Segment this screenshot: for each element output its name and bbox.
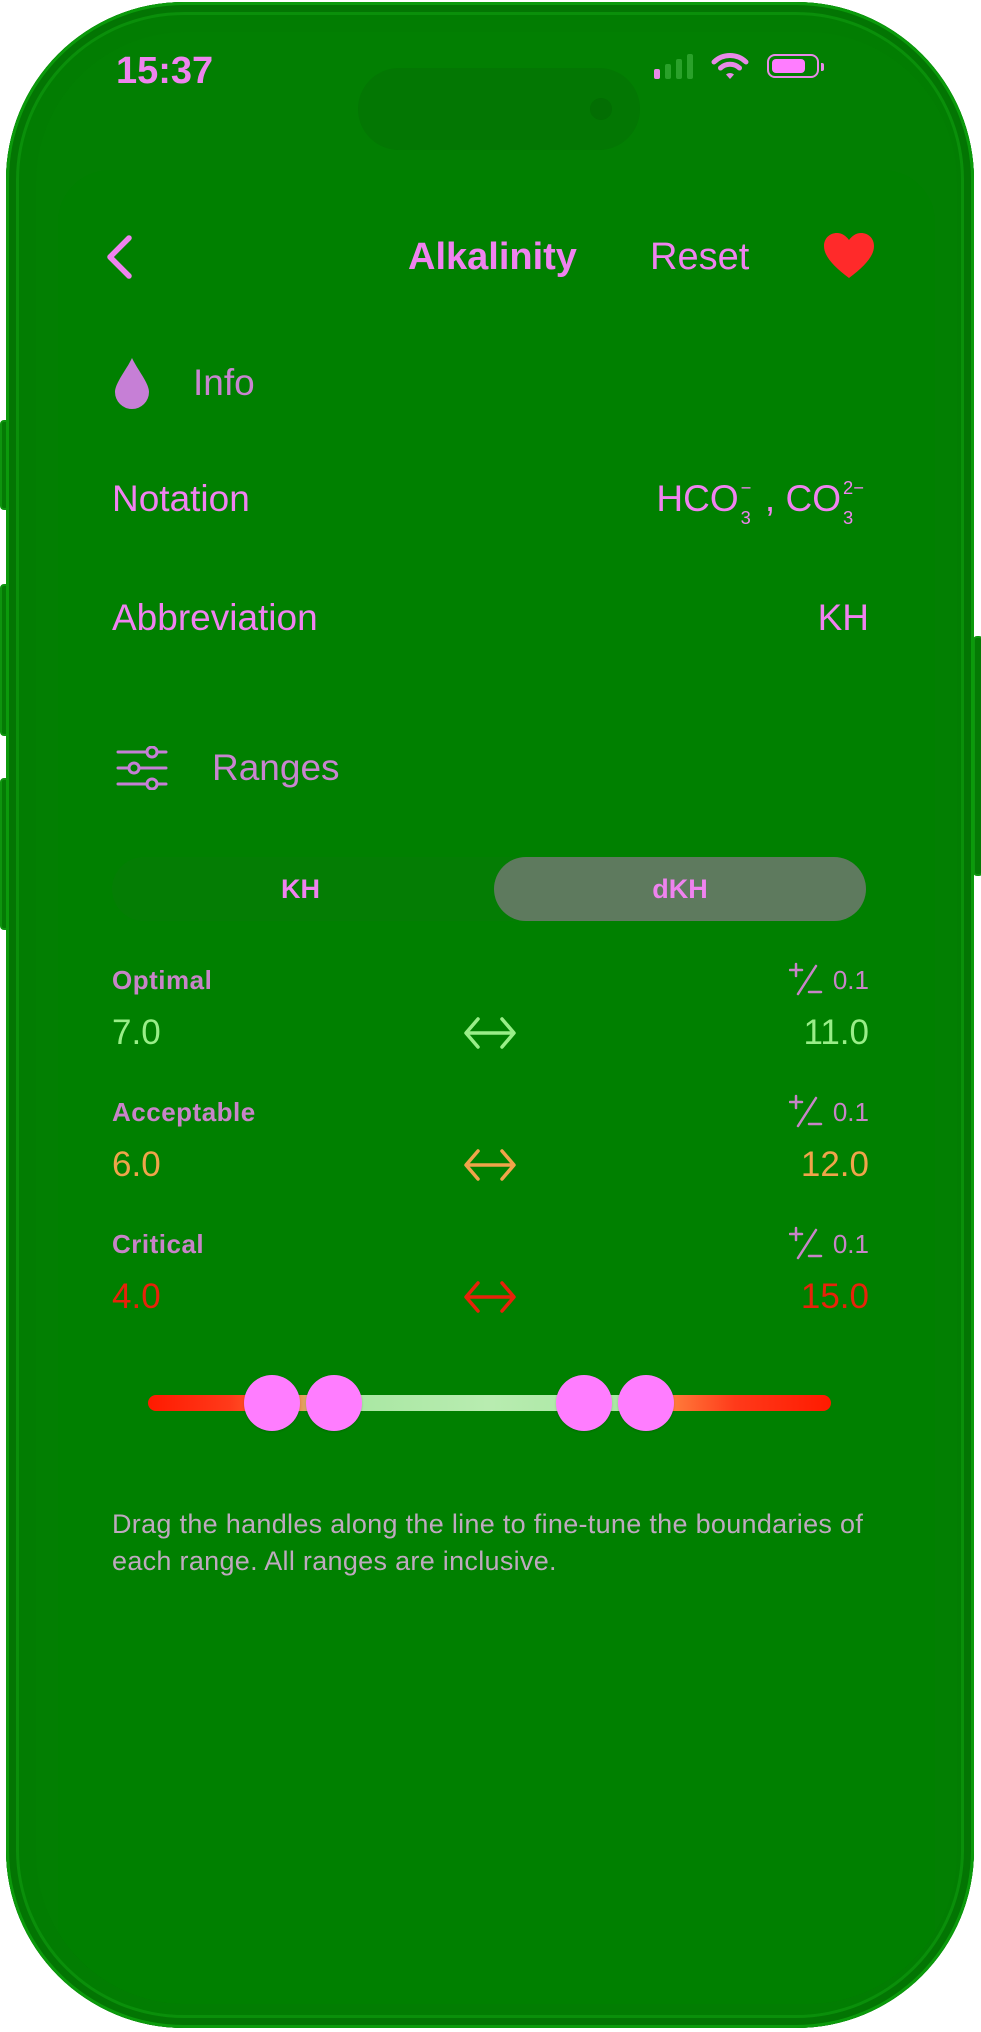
heart-icon xyxy=(824,233,874,278)
notation-part-bicarbonate: HCO xyxy=(656,478,739,519)
detail-sheet xyxy=(58,170,935,2004)
optimal-label: Optimal xyxy=(112,965,213,995)
optimal-tolerance: 0.1 xyxy=(788,962,869,998)
plus-minus-icon xyxy=(788,962,823,996)
acceptable-max-value[interactable]: 12.0 xyxy=(801,1145,869,1185)
slider-handle-acceptable-max[interactable] xyxy=(618,1375,674,1431)
plus-minus-icon xyxy=(788,1094,823,1128)
optimal-max-value[interactable]: 11.0 xyxy=(803,1013,869,1053)
camera-icon xyxy=(590,98,612,120)
optimal-range-arrow-icon xyxy=(464,1017,516,1049)
slider-handle-optimal-min[interactable] xyxy=(306,1375,362,1431)
abbreviation-label: Abbreviation xyxy=(112,597,318,638)
status-time: 15:37 xyxy=(116,50,214,92)
notation-sup-2: 2− xyxy=(843,477,864,498)
acceptable-tolerance: 0.1 xyxy=(788,1094,869,1130)
battery-icon xyxy=(767,54,824,78)
chevron-left-icon xyxy=(107,235,132,279)
slider-handle-optimal-max[interactable] xyxy=(556,1375,612,1431)
notation-label: Notation xyxy=(112,478,250,519)
acceptable-tolerance-value: 0.1 xyxy=(832,1096,869,1127)
reset-button[interactable]: Reset xyxy=(650,236,749,279)
favorite-button[interactable] xyxy=(823,232,875,285)
notation-value: HCO − 3 , CO 2− 3 xyxy=(656,477,869,528)
info-section-header: Info xyxy=(113,357,255,409)
critical-min-value[interactable]: 4.0 xyxy=(112,1277,161,1317)
power-button xyxy=(973,636,981,876)
wifi-icon xyxy=(711,53,749,79)
drop-icon xyxy=(115,358,149,409)
critical-tolerance: 0.1 xyxy=(788,1226,869,1262)
navigation-bar: Alkalinity Reset xyxy=(0,222,981,292)
info-section-title: Info xyxy=(193,362,255,403)
notation-sup-1: − xyxy=(740,477,752,498)
sliders-icon xyxy=(116,746,168,790)
unit-segmented-control: KH dKH xyxy=(112,857,866,921)
abbreviation-value: KH xyxy=(817,597,869,638)
critical-max-value[interactable]: 15.0 xyxy=(801,1277,869,1317)
dynamic-island xyxy=(358,68,640,150)
critical-range-arrow-icon xyxy=(464,1281,516,1313)
notation-part-carbonate: CO xyxy=(785,478,842,519)
notation-sub-1: 3 xyxy=(740,507,751,528)
back-button[interactable] xyxy=(104,234,134,285)
acceptable-range-arrow-icon xyxy=(464,1149,516,1181)
slider-handle-acceptable-min[interactable] xyxy=(244,1375,300,1431)
critical-tolerance-value: 0.1 xyxy=(832,1228,869,1259)
ranges-section-header: Ranges xyxy=(116,746,340,790)
unit-option-kh[interactable]: KH xyxy=(112,857,489,921)
ranges-section-title: Ranges xyxy=(212,747,340,788)
cellular-signal-icon xyxy=(654,53,693,79)
plus-minus-icon xyxy=(788,1226,823,1260)
critical-label: Critical xyxy=(112,1229,205,1259)
acceptable-min-value[interactable]: 6.0 xyxy=(112,1145,161,1185)
acceptable-label: Acceptable xyxy=(112,1097,256,1127)
page-title: Alkalinity xyxy=(408,236,577,278)
notation-sub-2: 3 xyxy=(843,507,854,528)
notation-separator: , xyxy=(754,478,786,519)
optimal-tolerance-value: 0.1 xyxy=(832,964,869,995)
range-help-text: Drag the handles along the line to fine-… xyxy=(112,1509,864,1576)
optimal-min-value[interactable]: 7.0 xyxy=(112,1013,161,1053)
unit-option-dkh[interactable]: dKH xyxy=(494,857,866,921)
status-indicators xyxy=(654,52,824,80)
